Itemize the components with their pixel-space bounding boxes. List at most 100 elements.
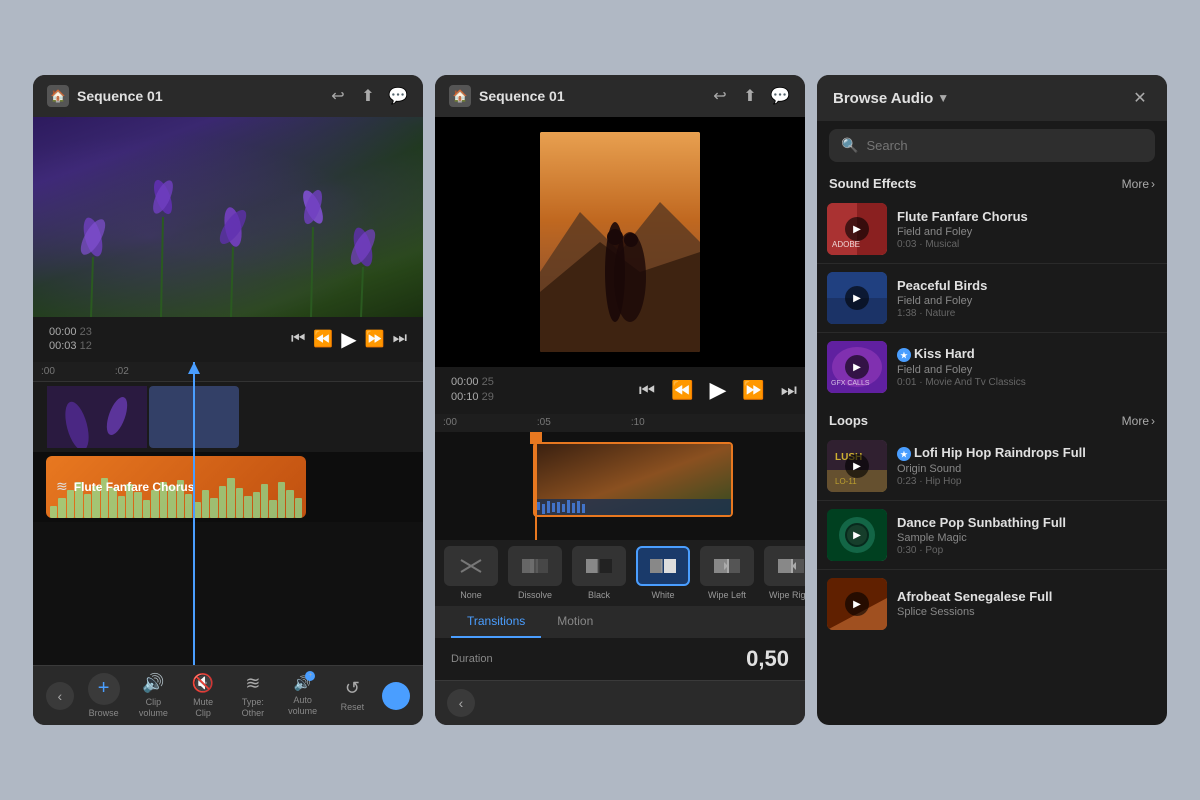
audio-sub-dance: Sample Magic (897, 532, 1157, 544)
timeline-ruler-1: :00 :02 (33, 362, 423, 382)
play-circle-birds[interactable]: ▶ (845, 286, 869, 310)
step-fwd-btn[interactable]: ⏩ (365, 329, 385, 349)
chevron-down-icon: ▼ (937, 91, 949, 105)
prev-arrow-2[interactable]: ‹ (447, 689, 475, 717)
audio-info-dance: Dance Pop Sunbathing Full Sample Magic 0… (897, 515, 1157, 556)
record-btn[interactable] (382, 682, 410, 710)
comment-icon-2[interactable]: 💬 (769, 85, 791, 107)
play-btn-2[interactable]: ▶ (709, 377, 726, 403)
transition-white[interactable]: White (633, 546, 693, 600)
panel3-header: Browse Audio ▼ ✕ (817, 75, 1167, 121)
step-back-btn-2[interactable]: ⏪ (671, 380, 693, 401)
prev-arrow[interactable]: ‹ (46, 682, 74, 710)
audio-info-kiss: ★Kiss Hard Field and Foley 0:01 · Movie … (897, 346, 1157, 389)
home-icon-2[interactable]: 🏠 (449, 85, 471, 107)
divider-2 (817, 332, 1167, 333)
audio-item-birds[interactable]: ▶ Peaceful Birds Field and Foley 1:38 · … (817, 266, 1167, 330)
transport-bar-2: 00:00 25 00:10 29 ⏮ ⏪ ▶ ⏩ ⏭ (435, 367, 805, 414)
play-circle-flute[interactable]: ▶ (845, 217, 869, 241)
audio-thumb-kiss: ▶ GFX CALLS (827, 341, 887, 393)
audio-item-lofi[interactable]: ▶ LUSH LO-11 ★Lofi Hip Hop Raindrops Ful… (817, 434, 1167, 498)
export-icon[interactable]: ⬆ (357, 85, 379, 107)
skip-fwd-btn[interactable]: ⏭ (393, 330, 407, 348)
search-bar[interactable]: 🔍 (829, 129, 1155, 162)
audio-item-kiss[interactable]: ▶ GFX CALLS ★Kiss Hard Field and Foley 0… (817, 335, 1167, 399)
loops-title: Loops (829, 413, 1122, 428)
transition-thumb-wipe-right (764, 546, 805, 586)
transition-black[interactable]: Black (569, 546, 629, 600)
sound-effects-more-btn[interactable]: More › (1122, 177, 1155, 191)
audio-sub-kiss: Field and Foley (897, 364, 1157, 376)
wedding-photo (540, 132, 700, 352)
audio-info-lofi: ★Lofi Hip Hop Raindrops Full Origin Soun… (897, 445, 1157, 488)
play-circle-kiss[interactable]: ▶ (845, 355, 869, 379)
playhead-2 (535, 432, 537, 540)
audio-sub-afro: Splice Sessions (897, 606, 1157, 618)
sound-effects-section-header: Sound Effects More › (817, 170, 1167, 197)
transition-label-dissolve: Dissolve (518, 590, 552, 600)
timecode-display-2: 00:00 25 00:10 29 (443, 375, 494, 406)
loops-more-btn[interactable]: More › (1122, 414, 1155, 428)
video-preview-2 (435, 117, 805, 367)
audio-meta-birds: 1:38 · Nature (897, 308, 1157, 319)
video-clip-flowers[interactable] (47, 386, 147, 448)
close-icon[interactable]: ✕ (1129, 87, 1151, 109)
type-icon: ≋ (245, 673, 260, 694)
step-back-btn[interactable]: ⏪ (313, 329, 333, 349)
audio-clip-flute[interactable]: ≋ Flute Fanfare Chorus (46, 456, 306, 518)
svg-text:ADOBE: ADOBE (832, 240, 860, 249)
panel-video-editor: 🏠 Sequence 01 ↩ ⬆ 💬 (33, 75, 423, 725)
transition-dissolve[interactable]: Dissolve (505, 546, 565, 600)
reset-tool[interactable]: ↺ Reset (332, 678, 372, 713)
duration-row: Duration 0,50 (435, 638, 805, 680)
audio-thumb-afro: ▶ (827, 578, 887, 630)
panel2-title: Sequence 01 (479, 88, 701, 104)
video-clip-wedding[interactable] (533, 442, 733, 517)
audio-item-afro[interactable]: ▶ Afrobeat Senegalese Full Splice Sessio… (817, 572, 1167, 636)
transition-label-black: Black (588, 590, 610, 600)
audio-item-dance[interactable]: ▶ Dance Pop Sunbathing Full Sample Magic… (817, 503, 1167, 567)
play-btn-1[interactable]: ▶ (341, 327, 356, 352)
transition-thumb-none (444, 546, 498, 586)
audio-meta-kiss: 0:01 · Movie And Tv Classics (897, 377, 1157, 388)
play-circle-afro[interactable]: ▶ (845, 592, 869, 616)
step-fwd-btn-2[interactable]: ⏩ (742, 380, 764, 401)
clip-volume-tool[interactable]: 🔊 Clipvolume (133, 673, 173, 719)
skip-start-btn-2[interactable]: ⏮ (639, 380, 655, 401)
tab-motion[interactable]: Motion (541, 606, 609, 638)
transition-wipe-left[interactable]: Wipe Left (697, 546, 757, 600)
play-circle-dance[interactable]: ▶ (845, 523, 869, 547)
transition-thumb-black (572, 546, 626, 586)
undo-icon[interactable]: ↩ (327, 85, 349, 107)
transition-wipe-right[interactable]: Wipe Right (761, 546, 805, 600)
auto-volume-icon: 🔊+ (294, 675, 311, 692)
home-icon[interactable]: 🏠 (47, 85, 69, 107)
type-tool[interactable]: ≋ Type:Other (233, 673, 273, 719)
panel1-title: Sequence 01 (77, 88, 319, 104)
auto-volume-tool[interactable]: 🔊+ Autovolume (283, 675, 323, 717)
skip-back-btn[interactable]: ⏮ (291, 330, 305, 348)
audio-thumb-birds: ▶ (827, 272, 887, 324)
playhead-1 (193, 362, 195, 665)
browse-tool[interactable]: + Browse (84, 673, 124, 719)
tab-transitions[interactable]: Transitions (451, 606, 541, 638)
undo-icon-2[interactable]: ↩ (709, 85, 731, 107)
browse-audio-title: Browse Audio ▼ (833, 90, 1129, 107)
comment-icon[interactable]: 💬 (387, 85, 409, 107)
mute-tool[interactable]: 🔇 MuteClip (183, 673, 223, 719)
divider-3 (817, 500, 1167, 501)
play-circle-lofi[interactable]: ▶ (845, 454, 869, 478)
export-icon-2[interactable]: ⬆ (739, 85, 761, 107)
search-input[interactable] (866, 138, 1143, 153)
panel2-tabs: Transitions Motion (435, 606, 805, 638)
badge-kiss: ★ (897, 348, 911, 362)
audio-meta-lofi: 0:23 · Hip Hop (897, 476, 1157, 487)
transition-none[interactable]: None (441, 546, 501, 600)
video-preview-1 (33, 117, 423, 317)
audio-item-flute[interactable]: ▶ ADOBE Flute Fanfare Chorus Field and F… (817, 197, 1167, 261)
transport-bar-1: 00:00 23 00:03 12 ⏮ ⏪ ▶ ⏩ ⏭ (33, 317, 423, 362)
transport-controls-1: ⏮ ⏪ ▶ ⏩ ⏭ (291, 327, 407, 352)
add-icon[interactable]: + (88, 673, 120, 705)
skip-end-btn-2[interactable]: ⏭ (781, 380, 797, 401)
transition-thumb-dissolve (508, 546, 562, 586)
